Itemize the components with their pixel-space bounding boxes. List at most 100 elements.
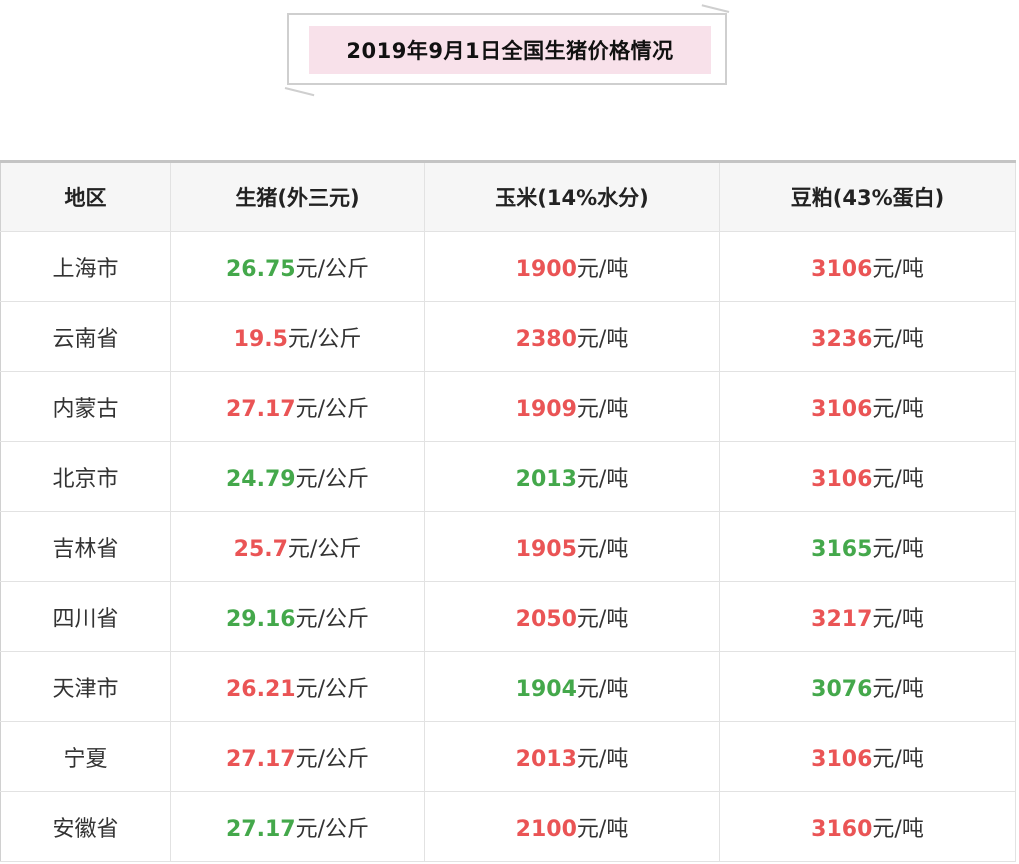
header-pig: 生猪(外三元) bbox=[170, 160, 425, 232]
soy-price-cell: 3106元/吨 bbox=[719, 721, 1016, 792]
pig-price-value: 29.16 bbox=[225, 606, 296, 632]
soy-price-value: 3106 bbox=[811, 396, 873, 422]
soy-price-value: 3106 bbox=[811, 746, 873, 772]
region-cell: 四川省 bbox=[0, 581, 171, 652]
soy-price-unit: 元/吨 bbox=[872, 816, 924, 842]
corn-price-value: 2013 bbox=[515, 746, 577, 772]
pig-price-cell: 26.21元/公斤 bbox=[170, 651, 425, 722]
region-cell: 云南省 bbox=[0, 301, 171, 372]
soy-price-cell: 3165元/吨 bbox=[719, 511, 1016, 582]
soy-price-value: 3160 bbox=[811, 816, 873, 842]
pig-price-cell: 26.75元/公斤 bbox=[170, 231, 425, 302]
table-row: 上海市 26.75元/公斤 1900元/吨 3106元/吨 bbox=[0, 231, 1016, 302]
table-row: 云南省 19.5元/公斤 2380元/吨 3236元/吨 bbox=[0, 301, 1016, 372]
table-row: 天津市 26.21元/公斤 1904元/吨 3076元/吨 bbox=[0, 651, 1016, 722]
pig-price-cell: 27.17元/公斤 bbox=[170, 721, 425, 792]
pig-price-value: 27.17 bbox=[225, 396, 296, 422]
pig-price-cell: 29.16元/公斤 bbox=[170, 581, 425, 652]
corn-price-value: 1900 bbox=[515, 256, 577, 282]
pig-price-value: 19.5 bbox=[233, 326, 288, 352]
pig-price-unit: 元/公斤 bbox=[295, 606, 369, 632]
soy-price-value: 3076 bbox=[811, 676, 873, 702]
pig-price-value: 25.7 bbox=[233, 536, 288, 562]
pig-price-unit: 元/公斤 bbox=[287, 326, 362, 352]
corn-price-value: 1904 bbox=[515, 676, 577, 702]
pig-price-value: 26.75 bbox=[225, 256, 296, 282]
page: 2019年9月1日全国生猪价格情况 地区 生猪(外三元) 玉米(14%水分) 豆… bbox=[0, 0, 1019, 864]
corn-price-value: 2380 bbox=[515, 326, 577, 352]
pig-price-value: 24.79 bbox=[225, 466, 296, 492]
table-header-row: 地区 生猪(外三元) 玉米(14%水分) 豆粕(43%蛋白) bbox=[0, 160, 1016, 232]
pig-price-cell: 24.79元/公斤 bbox=[170, 441, 425, 512]
region-cell: 吉林省 bbox=[0, 511, 171, 582]
title-frame: 2019年9月1日全国生猪价格情况 bbox=[287, 13, 727, 85]
soy-price-cell: 3076元/吨 bbox=[719, 651, 1016, 722]
corn-price-cell: 2050元/吨 bbox=[424, 581, 720, 652]
header-region: 地区 bbox=[0, 160, 171, 232]
soy-price-value: 3106 bbox=[811, 466, 873, 492]
soy-price-unit: 元/吨 bbox=[872, 466, 924, 492]
pig-price-cell: 19.5元/公斤 bbox=[170, 301, 425, 372]
corn-price-cell: 2100元/吨 bbox=[424, 791, 720, 862]
corn-price-unit: 元/吨 bbox=[576, 256, 629, 282]
table-row: 安徽省 27.17元/公斤 2100元/吨 3160元/吨 bbox=[0, 791, 1016, 862]
pig-price-value: 27.17 bbox=[225, 816, 296, 842]
corn-price-cell: 2013元/吨 bbox=[424, 721, 720, 792]
region-cell: 天津市 bbox=[0, 651, 171, 722]
pig-price-value: 27.17 bbox=[225, 746, 296, 772]
corn-price-value: 2050 bbox=[515, 606, 577, 632]
region-cell: 内蒙古 bbox=[0, 371, 171, 442]
pig-price-unit: 元/公斤 bbox=[295, 466, 369, 492]
corn-price-unit: 元/吨 bbox=[576, 816, 629, 842]
corn-price-unit: 元/吨 bbox=[576, 466, 629, 492]
pig-price-cell: 27.17元/公斤 bbox=[170, 791, 425, 862]
soy-price-cell: 3106元/吨 bbox=[719, 371, 1016, 442]
corn-price-unit: 元/吨 bbox=[576, 326, 629, 352]
soy-price-value: 3217 bbox=[811, 606, 873, 632]
page-title: 2019年9月1日全国生猪价格情况 bbox=[309, 26, 711, 74]
corn-price-cell: 1900元/吨 bbox=[424, 231, 720, 302]
soy-price-value: 3106 bbox=[811, 256, 873, 282]
pig-price-unit: 元/公斤 bbox=[295, 746, 369, 772]
soy-price-value: 3165 bbox=[811, 536, 873, 562]
corn-price-unit: 元/吨 bbox=[576, 536, 629, 562]
table-row: 内蒙古 27.17元/公斤 1909元/吨 3106元/吨 bbox=[0, 371, 1016, 442]
corn-price-value: 1909 bbox=[515, 396, 577, 422]
price-table: 地区 生猪(外三元) 玉米(14%水分) 豆粕(43%蛋白) 上海市 26.75… bbox=[0, 160, 1016, 862]
table-row: 宁夏 27.17元/公斤 2013元/吨 3106元/吨 bbox=[0, 721, 1016, 792]
corn-price-unit: 元/吨 bbox=[576, 676, 629, 702]
pig-price-unit: 元/公斤 bbox=[295, 816, 369, 842]
soy-price-cell: 3160元/吨 bbox=[719, 791, 1016, 862]
corn-price-value: 1905 bbox=[515, 536, 577, 562]
soy-price-cell: 3236元/吨 bbox=[719, 301, 1016, 372]
corn-price-cell: 1909元/吨 bbox=[424, 371, 720, 442]
corn-price-value: 2013 bbox=[515, 466, 577, 492]
corn-price-cell: 2013元/吨 bbox=[424, 441, 720, 512]
pig-price-unit: 元/公斤 bbox=[287, 536, 362, 562]
table-row: 北京市 24.79元/公斤 2013元/吨 3106元/吨 bbox=[0, 441, 1016, 512]
corn-price-unit: 元/吨 bbox=[576, 606, 629, 632]
pig-price-cell: 25.7元/公斤 bbox=[170, 511, 425, 582]
pig-price-unit: 元/公斤 bbox=[295, 676, 369, 702]
corn-price-unit: 元/吨 bbox=[576, 746, 629, 772]
region-cell: 宁夏 bbox=[0, 721, 171, 792]
soy-price-unit: 元/吨 bbox=[872, 326, 924, 352]
soy-price-unit: 元/吨 bbox=[872, 606, 924, 632]
pig-price-unit: 元/公斤 bbox=[295, 396, 369, 422]
soy-price-unit: 元/吨 bbox=[872, 536, 924, 562]
soy-price-unit: 元/吨 bbox=[872, 676, 924, 702]
pig-price-unit: 元/公斤 bbox=[295, 256, 369, 282]
soy-price-unit: 元/吨 bbox=[872, 396, 924, 422]
corn-price-cell: 1904元/吨 bbox=[424, 651, 720, 722]
corn-price-value: 2100 bbox=[515, 816, 577, 842]
region-cell: 北京市 bbox=[0, 441, 171, 512]
region-cell: 安徽省 bbox=[0, 791, 171, 862]
pig-price-value: 26.21 bbox=[225, 676, 296, 702]
soy-price-cell: 3106元/吨 bbox=[719, 231, 1016, 302]
corn-price-cell: 2380元/吨 bbox=[424, 301, 720, 372]
pig-price-cell: 27.17元/公斤 bbox=[170, 371, 425, 442]
soy-price-value: 3236 bbox=[811, 326, 873, 352]
table-row: 吉林省 25.7元/公斤 1905元/吨 3165元/吨 bbox=[0, 511, 1016, 582]
soy-price-unit: 元/吨 bbox=[872, 746, 924, 772]
corn-price-unit: 元/吨 bbox=[576, 396, 629, 422]
